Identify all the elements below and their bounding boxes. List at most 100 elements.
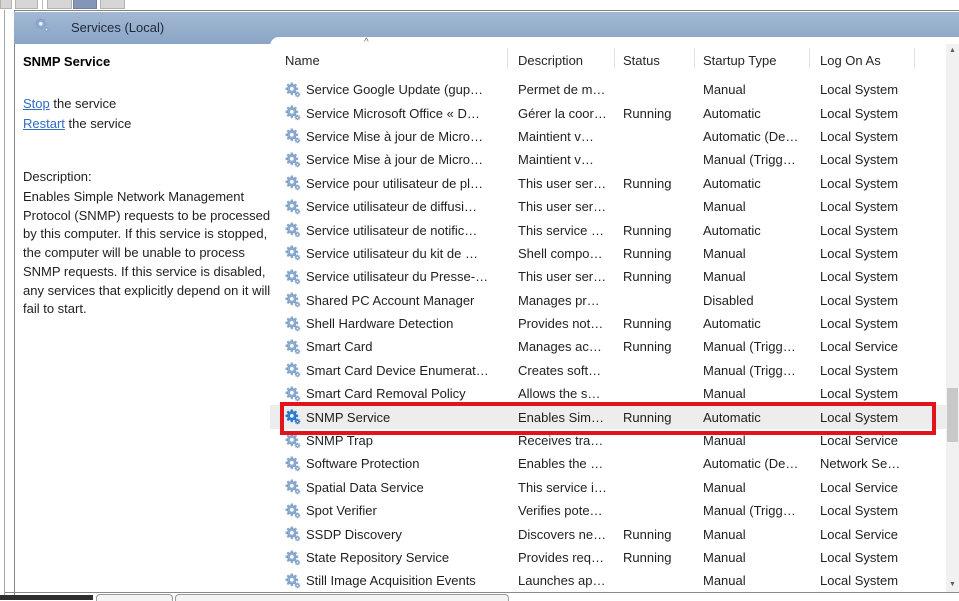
toolbar-button[interactable]: [0, 0, 12, 9]
table-row[interactable]: Spot Verifier Verifies pote… Manual (Trigg…: [270, 499, 946, 522]
service-gear-icon: [285, 152, 301, 168]
cell-description: Allows the s…: [508, 386, 615, 401]
table-row[interactable]: Service Mise à jour de Micro…Maintient v…: [270, 148, 946, 171]
stop-service-link[interactable]: Stop: [23, 96, 50, 111]
column-header-description[interactable]: Description: [508, 37, 615, 78]
cell-description: Verifies pote…: [508, 503, 615, 518]
scrollbar-down-icon[interactable]: ▼: [946, 581, 959, 589]
table-row[interactable]: Service Microsoft Office « D… Gérer la co…: [270, 101, 946, 124]
table-row[interactable]: Service utilisateur de notific… This serv…: [270, 218, 946, 241]
service-name-label: SNMP Trap: [306, 433, 373, 448]
table-row[interactable]: Spatial Data ServiceThis service i…Manua…: [270, 476, 946, 499]
cell-description: Discovers ne…: [508, 527, 615, 542]
restart-service-link[interactable]: Restart: [23, 116, 65, 131]
cell-name: Service Mise à jour de Micro…: [270, 128, 508, 144]
cell-name: Smart Card Removal Policy: [270, 386, 508, 402]
cell-log-on-as: Local System: [810, 246, 915, 261]
cell-description: Receives tra…: [508, 433, 615, 448]
scrollbar-up-icon[interactable]: ▲: [946, 47, 959, 55]
table-row[interactable]: SSDP DiscoveryDiscovers ne…RunningManual…: [270, 522, 946, 545]
service-name-label: Shell Hardware Detection: [306, 316, 453, 331]
stop-service-line: Stop the service: [23, 94, 131, 114]
service-name-label: Service Google Update (gup…: [306, 82, 483, 97]
table-row[interactable]: SNMP ServiceEnables Sim…RunningAutomatic…: [270, 405, 946, 428]
cell-name: SNMP Trap: [270, 433, 508, 449]
service-name-label: Service Mise à jour de Micro…: [306, 152, 483, 167]
table-row[interactable]: Service Google Update (gup…Permet de m…M…: [270, 78, 946, 101]
cell-startup-type: Manual: [695, 527, 810, 542]
cell-startup-type: Manual (Trigg…: [695, 339, 810, 354]
column-header-startup-type[interactable]: Startup Type: [695, 37, 810, 78]
cell-log-on-as: Local System: [810, 363, 915, 378]
cell-startup-type: Automatic: [695, 316, 810, 331]
service-gear-icon: [285, 550, 301, 566]
cell-description: This service …: [508, 223, 615, 238]
sort-ascending-icon: ^: [364, 38, 369, 48]
table-row[interactable]: Smart CardManages ac…RunningManual (Trig…: [270, 335, 946, 358]
toolbar-button[interactable]: [15, 0, 38, 9]
cell-name: Service pour utilisateur de pl…: [270, 175, 508, 191]
table-row[interactable]: Still Image Acquisition EventsLaunches a…: [270, 569, 946, 592]
cell-description: This service i…: [508, 480, 615, 495]
table-row[interactable]: Service Mise à jour de Micro…Maintient v…: [270, 125, 946, 148]
table-row[interactable]: SNMP TrapReceives tra…ManualLocal Servic…: [270, 429, 946, 452]
service-name-label: Service utilisateur du Presse-…: [306, 269, 488, 284]
cell-startup-type: Manual: [695, 199, 810, 214]
service-gear-icon: [34, 17, 50, 33]
cell-startup-type: Automatic: [695, 106, 810, 121]
table-row[interactable]: Smart Card Device Enumerat…Creates soft……: [270, 359, 946, 382]
cell-log-on-as: Local System: [810, 176, 915, 191]
table-row[interactable]: Service utilisateur du kit de …Shell com…: [270, 242, 946, 265]
cell-startup-type: Manual (Trigg…: [695, 152, 810, 167]
service-action-links: Stop the service Restart the service: [23, 94, 131, 133]
service-name-label: Spot Verifier: [306, 503, 377, 518]
toolbar-button[interactable]: [100, 0, 125, 9]
column-header-status-label: Status: [623, 53, 660, 68]
table-row[interactable]: Shell Hardware DetectionProvides not…Run…: [270, 312, 946, 335]
cell-name: Service Microsoft Office « D…: [270, 105, 508, 121]
column-header-status[interactable]: Status: [615, 37, 695, 78]
cell-name: Service Mise à jour de Micro…: [270, 152, 508, 168]
cell-startup-type: Manual: [695, 573, 810, 588]
table-row[interactable]: Service pour utilisateur de pl… This user…: [270, 172, 946, 195]
cell-log-on-as: Local System: [810, 152, 915, 167]
table-row[interactable]: Service utilisateur du Presse-…This user…: [270, 265, 946, 288]
table-row[interactable]: Software ProtectionEnables the …Automati…: [270, 452, 946, 475]
service-gear-icon: [285, 316, 301, 332]
service-name-label: SSDP Discovery: [306, 527, 402, 542]
cell-startup-type: Manual: [695, 246, 810, 261]
service-gear-icon: [285, 479, 301, 495]
cell-name: Service utilisateur de notific…: [270, 222, 508, 238]
service-name-label: Service Microsoft Office « D…: [306, 106, 480, 121]
table-row[interactable]: Smart Card Removal PolicyAllows the s…Ma…: [270, 382, 946, 405]
service-gear-icon: [285, 199, 301, 215]
service-name-label: Smart Card Device Enumerat…: [306, 363, 489, 378]
service-name-label: Service pour utilisateur de pl…: [306, 176, 483, 191]
cell-log-on-as: Local System: [810, 199, 915, 214]
cell-description: This user ser…: [508, 176, 615, 191]
vertical-scrollbar[interactable]: ▲ ▼: [946, 44, 959, 592]
toolbar-button[interactable]: [73, 0, 97, 9]
column-header-name[interactable]: ^ Name: [270, 37, 508, 78]
cell-status: Running: [615, 269, 695, 284]
cell-startup-type: Automatic (De…: [695, 456, 810, 471]
cell-description: Gérer la coor…: [508, 106, 615, 121]
column-header-log-on-as[interactable]: Log On As: [810, 37, 915, 78]
cell-log-on-as: Local System: [810, 386, 915, 401]
toolbar-button[interactable]: [47, 0, 72, 9]
service-gear-icon: [285, 222, 301, 238]
table-row[interactable]: Shared PC Account ManagerManages pr…Disa…: [270, 289, 946, 312]
restart-service-suffix: the service: [65, 116, 131, 131]
table-row[interactable]: Service utilisateur de diffusi…This user…: [270, 195, 946, 218]
scrollbar-thumb[interactable]: [947, 388, 958, 442]
cell-startup-type: Manual (Trigg…: [695, 363, 810, 378]
service-name-label: Service utilisateur de notific…: [306, 223, 477, 238]
table-row[interactable]: State Repository ServiceProvides req…Run…: [270, 546, 946, 569]
cell-name: SNMP Service: [270, 409, 508, 425]
service-name-label: Service utilisateur du kit de …: [306, 246, 478, 261]
cell-status: Running: [615, 176, 695, 191]
cell-startup-type: Manual (Trigg…: [695, 503, 810, 518]
service-gear-icon: [285, 339, 301, 355]
service-gear-icon: [285, 245, 301, 261]
cell-description: Manages pr…: [508, 293, 615, 308]
